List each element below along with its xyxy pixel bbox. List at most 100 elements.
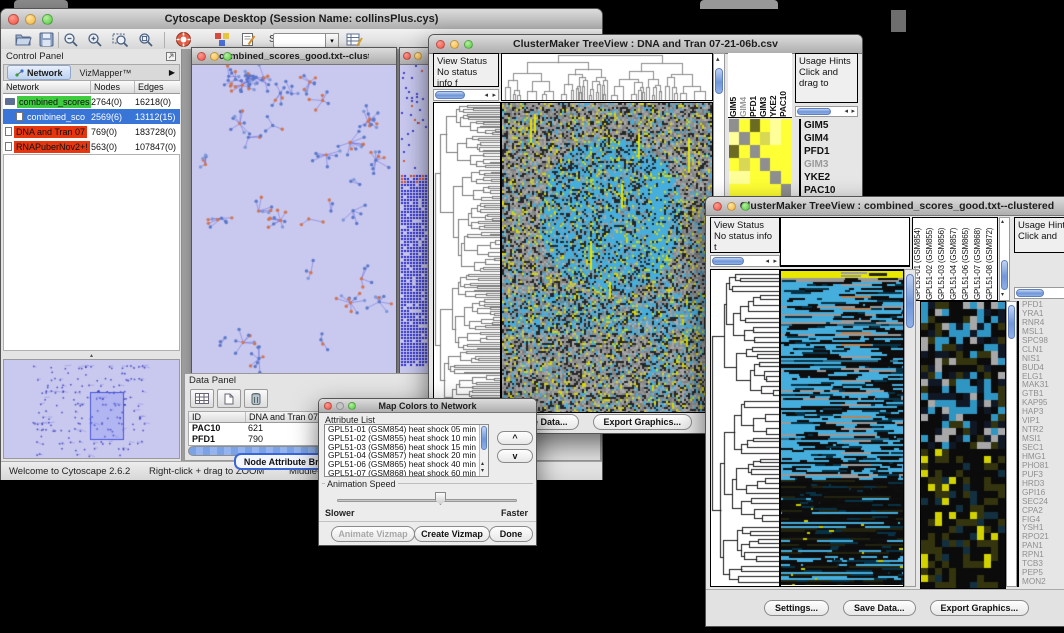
column-label[interactable]: PAC10	[778, 53, 788, 117]
minimize-icon[interactable]	[450, 40, 459, 49]
gene-label[interactable]: CLN1	[1022, 346, 1064, 355]
column-label[interactable]: GPL51-04 (GSM857)	[949, 218, 961, 300]
column-label[interactable]: GIM3	[758, 53, 768, 117]
gene-label[interactable]: SEC24	[1022, 498, 1064, 507]
move-up-button[interactable]: ^	[497, 431, 533, 445]
help-ring-icon[interactable]	[175, 31, 192, 48]
attribute-list-scrollbar[interactable]: ▴ ▾	[479, 425, 488, 476]
column-label[interactable]: GPL51-08 (GSM872)	[985, 218, 997, 300]
zoom-window-icon[interactable]	[223, 52, 232, 61]
network-grid-canvas[interactable]	[400, 65, 430, 373]
collapse-handle-icon[interactable]: ▴	[90, 352, 93, 359]
attribute-item[interactable]: GPL51-07 (GSM868) heat shock 60 min	[328, 469, 488, 477]
tv1-heatmap[interactable]	[501, 102, 713, 413]
gene-label[interactable]: HAP3	[1022, 408, 1064, 417]
network-overview-panel[interactable]	[3, 359, 180, 459]
column-label[interactable]: GPL51-02 (GSM855)	[925, 218, 937, 300]
search-input[interactable]	[273, 33, 327, 48]
zoom-out-icon[interactable]	[63, 32, 79, 48]
minimize-icon[interactable]	[336, 402, 344, 410]
tv1-row-dendrogram[interactable]	[433, 102, 501, 413]
tab-network[interactable]: Network	[7, 65, 71, 80]
gene-label[interactable]: TCB3	[1022, 560, 1064, 569]
float-panel-icon[interactable]	[166, 48, 176, 66]
delete-attribute-icon[interactable]	[244, 389, 268, 408]
scroll-down-icon[interactable]: ▾	[1001, 292, 1004, 299]
scroll-right-icon[interactable]: ▸	[773, 258, 777, 265]
treeview-button[interactable]: Export Graphics...	[593, 414, 693, 430]
annotation-icon[interactable]	[241, 32, 256, 47]
close-icon[interactable]	[197, 52, 206, 61]
treeview-button[interactable]: Export Graphics...	[930, 600, 1030, 616]
tv2-zoom-v-scrollbar[interactable]	[1006, 301, 1017, 587]
close-icon[interactable]	[713, 202, 722, 211]
gene-label[interactable]: YSH1	[1022, 524, 1064, 533]
tv1-zoom-matrix[interactable]	[729, 119, 791, 197]
gene-label[interactable]: YRA1	[1022, 310, 1064, 319]
save-icon[interactable]	[39, 32, 54, 47]
column-label[interactable]: YKE2	[768, 53, 778, 117]
scroll-left-icon[interactable]: ◂	[765, 258, 769, 265]
zoom-in-icon[interactable]	[87, 32, 103, 48]
tv1-gene-list[interactable]: GIM5GIM4PFD1GIM3YKE2PAC10	[804, 119, 859, 197]
gene-label[interactable]: GIM5	[804, 119, 859, 132]
treeview-button[interactable]: Settings...	[764, 600, 829, 616]
scroll-right-icon[interactable]: ▸	[492, 92, 496, 99]
minimize-icon[interactable]	[25, 14, 36, 25]
tv2-column-labels[interactable]: GPL51-01 (GSM854)GPL51-02 (GSM855)GPL51-…	[912, 217, 998, 301]
gene-label[interactable]: CPA2	[1022, 507, 1064, 516]
gene-label[interactable]: RNR4	[1022, 319, 1064, 328]
gene-label[interactable]: GTB1	[1022, 390, 1064, 399]
gene-label[interactable]: NIS1	[1022, 355, 1064, 364]
tv2-gene-h-scrollbar[interactable]: ◂ ▸	[1014, 287, 1064, 299]
tab-vizmapper[interactable]: VizMapper™	[71, 68, 141, 78]
gene-label[interactable]: PHO81	[1022, 462, 1064, 471]
slider-thumb[interactable]	[435, 492, 446, 505]
gene-label[interactable]: BUD4	[1022, 364, 1064, 373]
tv2-row-dendrogram[interactable]	[710, 269, 780, 587]
tv2-h-scrollbar[interactable]: ◂ ▸	[710, 255, 780, 267]
gene-label[interactable]: MSL1	[1022, 328, 1064, 337]
gene-label[interactable]: FIG4	[1022, 516, 1064, 525]
create-vizmap-button[interactable]: Create Vizmap	[414, 526, 490, 542]
network-view-canvas[interactable]	[192, 65, 396, 373]
gene-label[interactable]: VIP1	[1022, 417, 1064, 426]
gene-label[interactable]: GIM4	[804, 132, 859, 145]
treeview-button[interactable]: Save Data...	[843, 600, 916, 616]
tv1-h-scrollbar[interactable]: ◂ ▸	[433, 89, 499, 101]
tv1-column-labels[interactable]: GIM5GIM4PFD1GIM3YKE2PAC10	[728, 53, 792, 118]
tv2-heatmap[interactable]	[780, 269, 904, 587]
tv2-v-scrollbar[interactable]	[904, 269, 916, 587]
gene-label[interactable]: ELG1	[1022, 373, 1064, 382]
gene-label[interactable]: HMG1	[1022, 453, 1064, 462]
panel-splitter[interactable]: ▴	[3, 351, 180, 359]
column-label[interactable]: GPL51-07 (GSM868)	[973, 218, 985, 300]
tv1-zoom-h-scrollbar[interactable]: ◂ ▸	[795, 106, 858, 117]
gene-label[interactable]: PFD1	[804, 145, 859, 158]
scroll-down-icon[interactable]: ▾	[481, 468, 484, 475]
column-label[interactable]: GIM4	[738, 53, 748, 117]
gene-label[interactable]: GIM3	[804, 158, 859, 171]
attribute-table-icon[interactable]	[190, 389, 214, 408]
zoom-selected-icon[interactable]	[112, 32, 129, 48]
gene-label[interactable]: PFD1	[1022, 301, 1064, 310]
done-button[interactable]: Done	[489, 526, 533, 542]
close-icon[interactable]	[324, 402, 332, 410]
vizmap-icon[interactable]	[214, 32, 230, 47]
move-down-button[interactable]: v	[497, 449, 533, 463]
tv1-column-dendrogram[interactable]	[501, 53, 713, 101]
column-label[interactable]: GIM5	[728, 53, 738, 117]
gene-label[interactable]: MSI1	[1022, 435, 1064, 444]
close-icon[interactable]	[436, 40, 445, 49]
network-table-header[interactable]: Network Nodes Edges	[3, 81, 180, 94]
network-table-row[interactable]: combined_scores 2764(0) 16218(0)	[3, 94, 180, 109]
scroll-up-icon[interactable]: ▴	[716, 56, 720, 63]
tv2-gene-list[interactable]: PFD1YRA1RNR4MSL1SPC98CLN1NIS1BUD4ELG1MAK…	[1022, 301, 1064, 587]
gene-label[interactable]: RPO21	[1022, 533, 1064, 542]
tv2-zoom-heatmap[interactable]	[920, 301, 1006, 589]
network-table-row[interactable]: RNAPuberNov2+! 563(0) 107847(0)	[3, 139, 180, 154]
network-overview-canvas[interactable]	[4, 360, 179, 458]
minimize-icon[interactable]	[414, 52, 422, 60]
gene-label[interactable]: PEP5	[1022, 569, 1064, 578]
column-label[interactable]: GPL51-06 (GSM865)	[961, 218, 973, 300]
